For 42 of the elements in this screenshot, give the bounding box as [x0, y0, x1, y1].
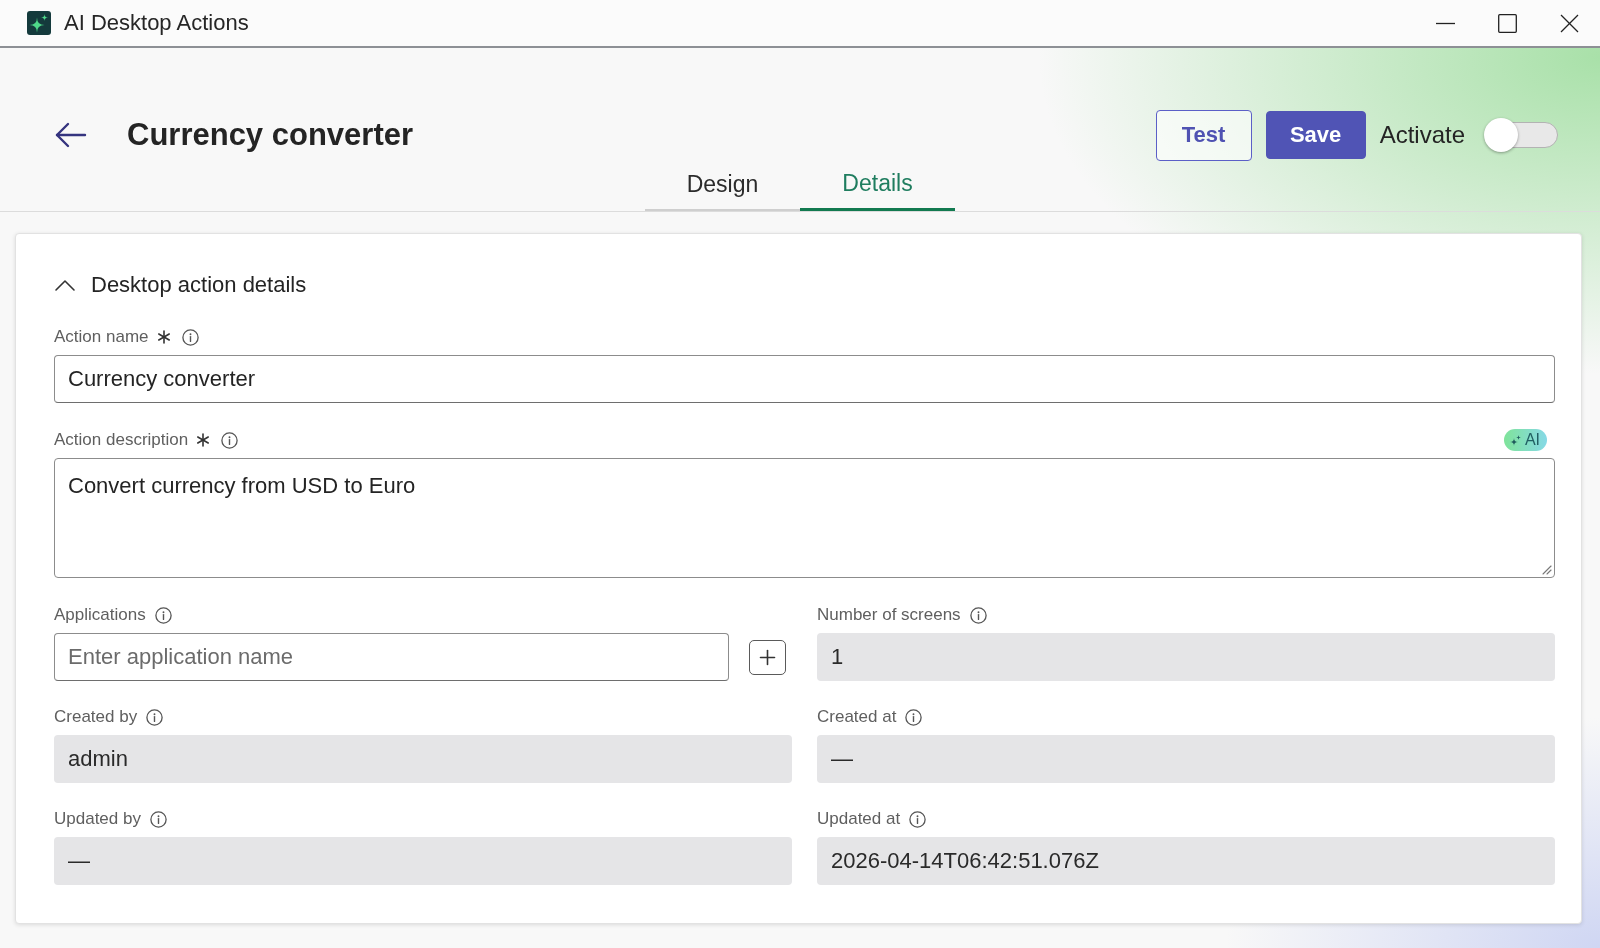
readonly-field: — [817, 735, 1555, 783]
field-label: Applications [54, 605, 146, 625]
field-label: Updated by [54, 809, 141, 829]
readonly-field: admin [54, 735, 792, 783]
info-icon [905, 708, 923, 726]
sparkle-icon [1509, 434, 1521, 446]
tab[interactable]: Details [800, 161, 955, 211]
field-label: Number of screens [817, 605, 961, 625]
resize-handle-icon[interactable] [1542, 565, 1552, 575]
window-title: AI Desktop Actions [64, 10, 249, 36]
section-header[interactable]: Desktop action details [54, 270, 307, 300]
field-label: Updated at [817, 809, 901, 829]
back-arrow-icon[interactable] [55, 122, 87, 148]
info-icon [969, 606, 987, 624]
info-icon [909, 810, 927, 828]
app-logo-icon [27, 11, 51, 35]
readonly-field: 1 [817, 633, 1555, 681]
info-icon [154, 606, 172, 624]
info-icon [181, 328, 199, 346]
field-label: Action name [54, 327, 149, 347]
field-label: Created at [817, 707, 897, 727]
page-title: Currency converter [127, 117, 413, 153]
readonly-field: 2026-04-14T06:42:51.076Z [817, 837, 1555, 885]
info-icon [149, 810, 167, 828]
tab[interactable]: Design [645, 161, 800, 211]
maximize-icon[interactable] [1497, 13, 1517, 33]
field-label: Created by [54, 707, 138, 727]
save-button[interactable]: Save [1265, 111, 1366, 159]
plus-icon [759, 648, 776, 666]
field-label: Action description [54, 430, 189, 450]
add-button[interactable] [749, 639, 786, 675]
activate-toggle[interactable] [1484, 118, 1558, 152]
info-icon [221, 431, 239, 449]
close-icon[interactable] [1559, 13, 1579, 33]
text-field[interactable]: Enter application name [54, 633, 729, 681]
info-icon [146, 708, 164, 726]
activate-label: Activate [1379, 121, 1465, 149]
test-button[interactable]: Test [1155, 109, 1252, 161]
readonly-field: — [54, 837, 792, 885]
text-field[interactable]: Currency converter [54, 355, 1555, 403]
ai-button[interactable]: AI [1503, 429, 1547, 451]
description-field[interactable]: Convert currency from USD to Euro [54, 458, 1555, 578]
